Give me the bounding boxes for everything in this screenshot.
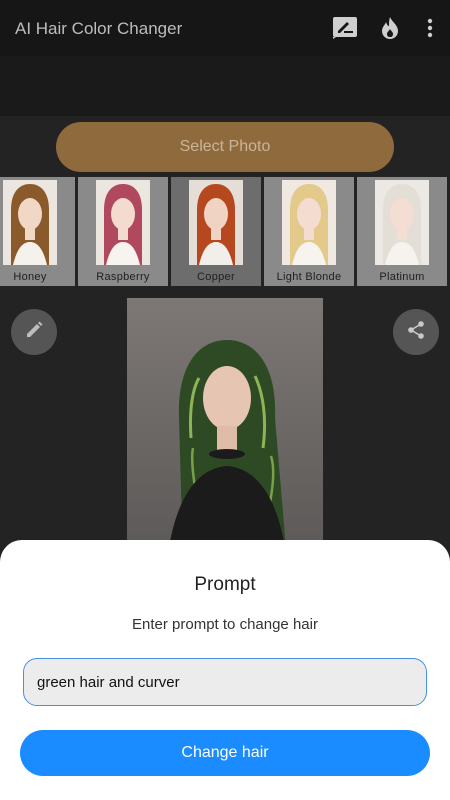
style-tile-copper[interactable]: Copper xyxy=(171,177,261,286)
style-label: Honey xyxy=(13,271,47,283)
style-label: Raspberry xyxy=(96,271,150,283)
style-thumbnail xyxy=(3,180,57,265)
fire-icon[interactable] xyxy=(376,14,404,42)
style-tile-light-blonde[interactable]: Light Blonde xyxy=(264,177,354,286)
prompt-input[interactable] xyxy=(23,658,427,706)
hair-style-strip[interactable]: Honey Raspberry Copper Light Blonde Plat… xyxy=(0,177,450,287)
style-label: Copper xyxy=(197,271,235,283)
share-button[interactable] xyxy=(393,309,439,355)
style-thumbnail xyxy=(282,180,336,265)
prompt-bottom-sheet: Prompt Enter prompt to change hair Chang… xyxy=(0,540,450,800)
more-vert-icon[interactable] xyxy=(416,14,444,42)
sheet-title: Prompt xyxy=(194,574,256,595)
style-label: Light Blonde xyxy=(276,271,342,283)
app-screen: AI Hair Color Changer Select Photo Honey… xyxy=(0,0,450,800)
style-thumbnail xyxy=(189,180,243,265)
pencil-icon xyxy=(24,320,44,345)
share-icon xyxy=(406,320,426,345)
style-tile-honey[interactable]: Honey xyxy=(0,177,75,286)
style-label: Platinum xyxy=(379,271,425,283)
style-tile-raspberry[interactable]: Raspberry xyxy=(78,177,168,286)
draw-icon[interactable] xyxy=(331,14,359,42)
app-title: AI Hair Color Changer xyxy=(15,19,183,38)
edit-prompt-button[interactable] xyxy=(11,309,57,355)
app-bar: AI Hair Color Changer xyxy=(0,0,450,56)
sheet-subtitle: Enter prompt to change hair xyxy=(132,616,318,633)
ad-banner-area xyxy=(0,56,450,116)
style-thumbnail xyxy=(375,180,429,265)
change-hair-button[interactable]: Change hair xyxy=(20,730,430,776)
style-tile-platinum[interactable]: Platinum xyxy=(357,177,447,286)
select-photo-button[interactable]: Select Photo xyxy=(56,122,394,172)
result-photo xyxy=(127,298,323,560)
style-thumbnail xyxy=(96,180,150,265)
